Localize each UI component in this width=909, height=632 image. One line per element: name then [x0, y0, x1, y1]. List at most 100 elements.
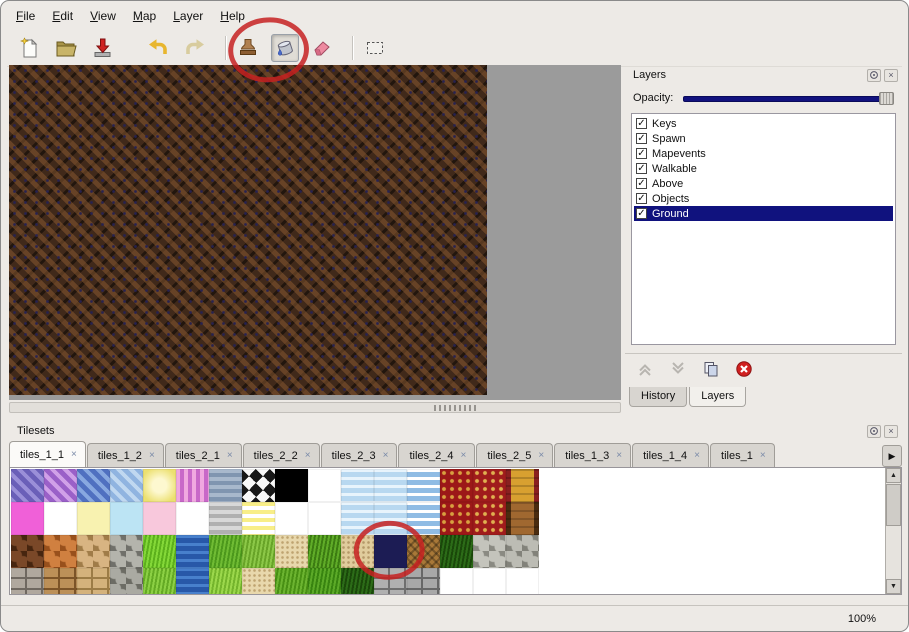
- palette-tile[interactable]: [407, 469, 440, 502]
- palette-tile[interactable]: [176, 568, 209, 595]
- palette-tile[interactable]: [77, 502, 110, 535]
- palette-tile[interactable]: [143, 568, 176, 595]
- layer-visibility-checkbox[interactable]: ✓: [636, 163, 647, 174]
- close-tab-icon[interactable]: ×: [461, 451, 467, 461]
- layer-row-ground[interactable]: ✓Ground: [634, 206, 893, 221]
- close-tab-icon[interactable]: ×: [71, 450, 77, 460]
- palette-tile[interactable]: [440, 568, 473, 595]
- close-tab-icon[interactable]: ×: [383, 451, 389, 461]
- delete-layer-button[interactable]: [734, 359, 754, 379]
- palette-tile[interactable]: [110, 535, 143, 568]
- palette-tile[interactable]: [110, 502, 143, 535]
- close-tab-icon[interactable]: ×: [538, 451, 544, 461]
- palette-tile[interactable]: [77, 535, 110, 568]
- palette-tile[interactable]: [176, 535, 209, 568]
- menu-item-view[interactable]: View: [83, 6, 123, 26]
- palette-tile[interactable]: [374, 535, 407, 568]
- layer-visibility-checkbox[interactable]: ✓: [636, 208, 647, 219]
- palette-tile[interactable]: [275, 535, 308, 568]
- tileset-tab-tiles_1_3[interactable]: tiles_1_3×: [554, 443, 631, 467]
- palette-tile[interactable]: [440, 502, 473, 535]
- palette-tile[interactable]: [473, 469, 506, 502]
- palette-tile[interactable]: [11, 568, 44, 595]
- palette-tile[interactable]: [308, 535, 341, 568]
- palette-tile[interactable]: [77, 568, 110, 595]
- lower-layer-button[interactable]: [668, 359, 688, 379]
- palette-tile[interactable]: [143, 535, 176, 568]
- palette-tile[interactable]: [11, 535, 44, 568]
- palette-tile[interactable]: [506, 502, 539, 535]
- new-file-button[interactable]: [15, 34, 43, 62]
- palette-tile[interactable]: [407, 502, 440, 535]
- map-canvas[interactable]: [9, 65, 487, 395]
- tab-scroll-right-button[interactable]: ▶: [882, 445, 902, 467]
- palette-tile[interactable]: [473, 568, 506, 595]
- tileset-tab-tiles_2_3[interactable]: tiles_2_3×: [321, 443, 398, 467]
- menu-item-file[interactable]: File: [9, 6, 42, 26]
- palette-tile[interactable]: [374, 568, 407, 595]
- palette-tile[interactable]: [242, 535, 275, 568]
- palette-tile[interactable]: [407, 568, 440, 595]
- eraser-tool-button[interactable]: [308, 34, 336, 62]
- close-tab-icon[interactable]: ×: [760, 451, 766, 461]
- tileset-tab-tiles_2_5[interactable]: tiles_2_5×: [476, 443, 553, 467]
- palette-tile[interactable]: [275, 502, 308, 535]
- close-tilesets-button[interactable]: ×: [884, 425, 898, 438]
- close-tab-icon[interactable]: ×: [305, 451, 311, 461]
- palette-tile[interactable]: [110, 568, 143, 595]
- layer-row-objects[interactable]: ✓Objects: [634, 191, 893, 206]
- palette-tile[interactable]: [308, 469, 341, 502]
- close-tab-icon[interactable]: ×: [227, 451, 233, 461]
- palette-tile[interactable]: [407, 535, 440, 568]
- opacity-slider-handle[interactable]: [879, 92, 894, 105]
- stamp-tool-button[interactable]: [234, 34, 262, 62]
- palette-tile[interactable]: [341, 469, 374, 502]
- map-horizontal-scrollbar[interactable]: [9, 402, 621, 413]
- menu-item-edit[interactable]: Edit: [45, 6, 80, 26]
- palette-tile[interactable]: [143, 469, 176, 502]
- palette-tile[interactable]: [506, 568, 539, 595]
- palette-tile[interactable]: [209, 502, 242, 535]
- tab-history[interactable]: History: [629, 387, 687, 407]
- palette-tile[interactable]: [473, 535, 506, 568]
- palette-tile[interactable]: [44, 502, 77, 535]
- palette-tile[interactable]: [209, 568, 242, 595]
- open-button[interactable]: [52, 34, 80, 62]
- layer-visibility-checkbox[interactable]: ✓: [636, 133, 647, 144]
- scrollbar-thumb[interactable]: [886, 484, 901, 526]
- layer-row-keys[interactable]: ✓Keys: [634, 116, 893, 131]
- duplicate-layer-button[interactable]: [701, 359, 721, 379]
- palette-tile[interactable]: [44, 469, 77, 502]
- tileset-tab-tiles_2_1[interactable]: tiles_2_1×: [165, 443, 242, 467]
- scrollbar-grip[interactable]: [434, 405, 476, 411]
- layer-visibility-checkbox[interactable]: ✓: [636, 148, 647, 159]
- close-tab-icon[interactable]: ×: [694, 451, 700, 461]
- opacity-slider[interactable]: [683, 91, 894, 106]
- tileset-tab-tiles_2_4[interactable]: tiles_2_4×: [398, 443, 475, 467]
- palette-tile[interactable]: [11, 469, 44, 502]
- menu-item-help[interactable]: Help: [213, 6, 252, 26]
- layer-row-spawn[interactable]: ✓Spawn: [634, 131, 893, 146]
- palette-tile[interactable]: [242, 568, 275, 595]
- palette-tile[interactable]: [341, 502, 374, 535]
- palette-tile[interactable]: [110, 469, 143, 502]
- redo-button[interactable]: [181, 34, 209, 62]
- palette-tile[interactable]: [374, 502, 407, 535]
- scroll-up-button[interactable]: ▲: [886, 468, 901, 483]
- menu-item-map[interactable]: Map: [126, 6, 163, 26]
- close-tab-icon[interactable]: ×: [149, 451, 155, 461]
- tileset-tab-tiles_2_2[interactable]: tiles_2_2×: [243, 443, 320, 467]
- float-panel-button[interactable]: [867, 69, 881, 82]
- palette-tile[interactable]: [44, 535, 77, 568]
- layer-visibility-checkbox[interactable]: ✓: [636, 193, 647, 204]
- palette-tile[interactable]: [341, 535, 374, 568]
- palette-tile[interactable]: [242, 469, 275, 502]
- close-tab-icon[interactable]: ×: [616, 451, 622, 461]
- palette-tile[interactable]: [473, 502, 506, 535]
- palette-vertical-scrollbar[interactable]: ▲ ▼: [885, 468, 901, 594]
- menu-item-layer[interactable]: Layer: [166, 6, 210, 26]
- palette-tile[interactable]: [308, 568, 341, 595]
- palette-tile[interactable]: [209, 535, 242, 568]
- undo-button[interactable]: [144, 34, 172, 62]
- palette-tile[interactable]: [341, 568, 374, 595]
